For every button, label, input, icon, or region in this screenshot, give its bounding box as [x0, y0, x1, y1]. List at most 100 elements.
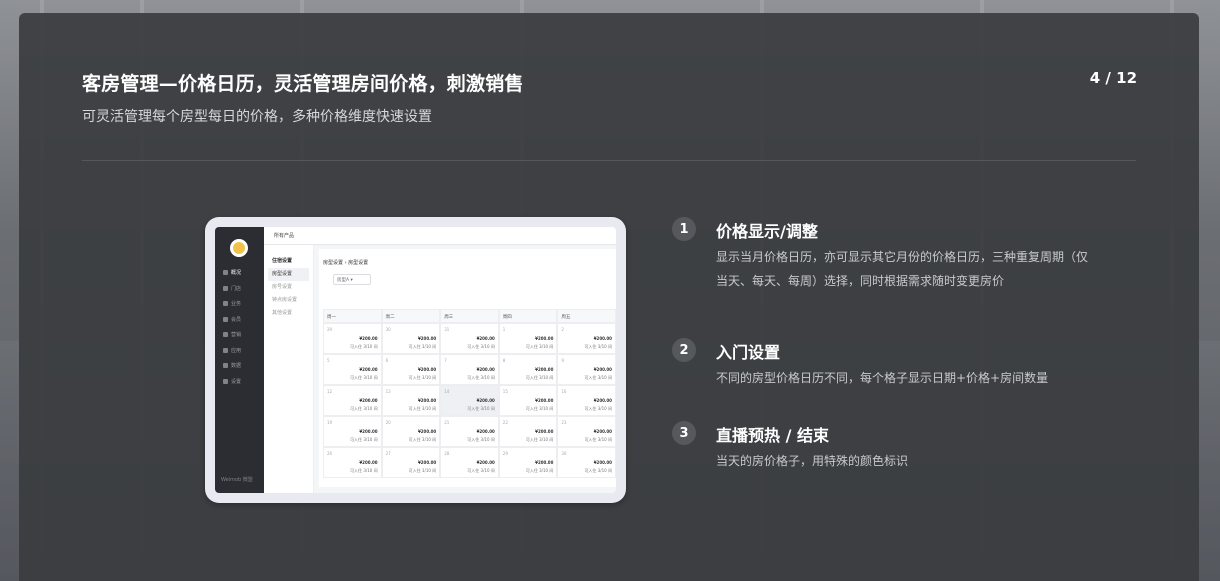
mockup-price-calendar: 周一 周二 周三 周四 周五 29 ¥200.00 可入住 3/10 间 30 ¥200.00 可入… — [323, 309, 616, 478]
mockup-nav-label: 会员 — [231, 316, 242, 323]
mockup-cell-qty: 可入住 3/10 间 — [584, 375, 612, 380]
mockup-nav-icon — [223, 332, 228, 338]
feature-title: 入门设置 — [716, 343, 781, 362]
mockup-cell-price: ¥200.00 — [476, 398, 495, 403]
mockup-nav-icon — [223, 363, 228, 369]
mockup-calendar-cell: 14 ¥200.00 可入住 3/10 间 — [440, 385, 499, 416]
mockup-cell-price: ¥200.00 — [417, 367, 437, 372]
mockup-main: 房型设置 › 房型设置 房型A ▾ 周一 周二 周三 周四 周五 29 ¥200.00 可入住… — [319, 249, 616, 487]
mockup-cell-date: 29 — [502, 451, 508, 456]
mockup-weekday: 周四 — [498, 309, 558, 323]
mockup-cell-price: ¥200.00 — [359, 429, 378, 434]
mockup-cell-price: ¥200.00 — [593, 460, 612, 465]
mockup-cell-date: 29 — [327, 327, 333, 332]
mockup-nav-label: 门店 — [231, 285, 242, 292]
page-counter: 4 / 12 — [1089, 69, 1137, 87]
mockup-cell-price: ¥200.00 — [417, 429, 437, 434]
mockup-calendar-cell: 13 ¥200.00 可入住 3/10 间 — [381, 385, 441, 416]
mockup-cell-qty: 可入住 3/10 间 — [467, 468, 495, 473]
mockup-calendar-cell: 26 ¥200.00 可入住 3/10 间 — [323, 447, 382, 478]
mockup-subnav-item: 房型设置 — [268, 268, 309, 281]
feature-number: 1 — [672, 217, 696, 241]
mockup-calendar-row: 29 ¥200.00 可入住 3/10 间 30 ¥200.00 可入住 3/10 间 31… — [323, 323, 616, 354]
header-divider — [82, 160, 1136, 161]
mockup-cell-qty: 可入住 3/10 间 — [467, 344, 495, 349]
mockup-calendar-cell: 29 ¥200.00 可入住 3/10 间 — [323, 323, 382, 354]
mockup-nav-item: 应用 — [223, 343, 241, 359]
mockup-cell-date: 12 — [327, 389, 333, 394]
mockup-cell-date: 9 — [561, 358, 564, 363]
mockup-cell-price: ¥200.00 — [476, 460, 495, 465]
mockup-nav-item: 会员 — [223, 312, 241, 328]
mockup-subnav-item: 其他设置 — [272, 310, 293, 316]
mockup-cell-qty: 可入住 3/10 间 — [467, 375, 495, 380]
mockup-nav-label: 营销 — [231, 332, 242, 339]
mockup-calendar-cell: 20 ¥200.00 可入住 3/10 间 — [381, 416, 441, 447]
mockup-cell-price: ¥200.00 — [359, 367, 378, 372]
mockup-cell-price: ¥200.00 — [476, 429, 495, 434]
feature-title: 价格显示/调整 — [716, 222, 818, 241]
mockup-cell-qty: 可入住 3/10 间 — [525, 375, 554, 380]
mockup-cell-date: 30 — [561, 451, 567, 456]
mockup-cell-price: ¥200.00 — [593, 429, 612, 434]
mockup-calendar-cell: 21 ¥200.00 可入住 3/10 间 — [440, 416, 499, 447]
mockup-cell-qty: 可入住 3/10 间 — [350, 406, 378, 411]
mockup-cell-date: 2 — [561, 327, 564, 332]
mockup-cell-date: 5 — [327, 358, 330, 363]
mockup-calendar-cell: 30 ¥200.00 可入住 3/10 间 — [381, 323, 441, 354]
mockup-sidebar: 概况 门店 业务 会员 营销 应用 数据 设置 Weimob 微盟 — [215, 227, 264, 493]
mockup-nav-icon — [223, 347, 228, 353]
mockup-calendar-cell: 15 ¥200.00 可入住 3/10 间 — [498, 385, 558, 416]
mockup-nav-icon — [223, 301, 228, 307]
mockup-cell-qty: 可入住 3/10 间 — [525, 468, 554, 473]
mockup-screen: 概况 门店 业务 会员 营销 应用 数据 设置 Weimob 微盟 所有产品 住宿设置 房型设置… — [215, 227, 616, 493]
mockup-cell-date: 21 — [444, 420, 450, 425]
mockup-weekday: 周一 — [323, 309, 382, 323]
mockup-cell-date: 6 — [385, 358, 389, 363]
feature-desc: 显示当月价格日历，亦可显示其它月份的价格日历，三种重复周期（仅当天、每天、每周）… — [716, 250, 1089, 288]
mockup-subnav-item: 住宿设置 — [272, 258, 293, 264]
mockup-cell-price: ¥200.00 — [417, 398, 437, 403]
mockup-cell-price: ¥200.00 — [476, 336, 495, 341]
feature-number: 2 — [672, 338, 696, 362]
mockup-calendar-cell: 5 ¥200.00 可入住 3/10 间 — [323, 354, 382, 385]
mockup-calendar-cell: 19 ¥200.00 可入住 3/10 间 — [323, 416, 382, 447]
mockup-breadcrumb: 房型设置 › 房型设置 — [323, 260, 369, 266]
page-subtitle: 可灵活管理每个房型每日的价格，多种价格维度快速设置 — [82, 109, 432, 125]
mockup-calendar-cell: 30 ¥200.00 可入住 3/10 间 — [557, 447, 616, 478]
mockup-subnav-item: 钟点房设置 — [272, 297, 298, 303]
mockup-cell-date: 28 — [444, 451, 450, 456]
feature-panel: 客房管理—价格日历，灵活管理房间价格，刺激销售 可灵活管理每个房型每日的价格，多… — [19, 13, 1199, 581]
mockup-logo — [230, 239, 248, 257]
mockup-cell-date: 27 — [385, 451, 391, 456]
mockup-cell-price: ¥200.00 — [417, 460, 437, 465]
feature-desc: 当天的房价格子，用特殊的颜色标识 — [716, 454, 909, 468]
mockup-cell-qty: 可入住 3/10 间 — [584, 344, 612, 349]
mockup-cell-qty: 可入住 3/10 间 — [525, 406, 554, 411]
mockup-nav-icon — [223, 285, 228, 291]
mockup-cell-qty: 可入住 3/10 间 — [525, 437, 554, 442]
mockup-calendar-cell: 9 ¥200.00 可入住 3/10 间 — [557, 354, 616, 385]
mockup-nav-item: 设置 — [223, 374, 241, 390]
mockup-cell-date: 31 — [444, 327, 450, 332]
mockup-cell-price: ¥200.00 — [417, 336, 437, 341]
mockup-nav-item: 概况 — [223, 265, 241, 281]
mockup-cell-qty: 可入住 3/10 间 — [408, 468, 437, 473]
feature-number: 3 — [672, 421, 696, 445]
mockup-cell-qty: 可入住 3/10 间 — [467, 437, 495, 442]
mockup-cell-price: ¥200.00 — [593, 336, 612, 341]
feature-desc: 不同的房型价格日历不同，每个格子显示日期+价格+房间数量 — [716, 371, 1049, 385]
mockup-calendar-cell: 16 ¥200.00 可入住 3/10 间 — [557, 385, 616, 416]
mockup-cell-date: 1 — [502, 327, 506, 332]
mockup-subnav: 住宿设置 房型设置 房号设置 钟点房设置 其他设置 — [264, 245, 314, 493]
mockup-brand: Weimob 微盟 — [221, 477, 253, 483]
mockup-calendar-cell: 22 ¥200.00 可入住 3/10 间 — [498, 416, 558, 447]
mockup-cell-date: 30 — [385, 327, 391, 332]
mockup-cell-qty: 可入住 3/10 间 — [584, 406, 612, 411]
mockup-cell-date: 13 — [385, 389, 391, 394]
mockup-cell-date: 23 — [561, 420, 567, 425]
mockup-cell-qty: 可入住 3/10 间 — [408, 344, 437, 349]
mockup-nav-icon — [223, 378, 228, 384]
mockup-calendar-cell: 1 ¥200.00 可入住 3/10 间 — [498, 323, 558, 354]
mockup-nav: 概况 门店 业务 会员 营销 应用 数据 设置 — [223, 265, 241, 389]
